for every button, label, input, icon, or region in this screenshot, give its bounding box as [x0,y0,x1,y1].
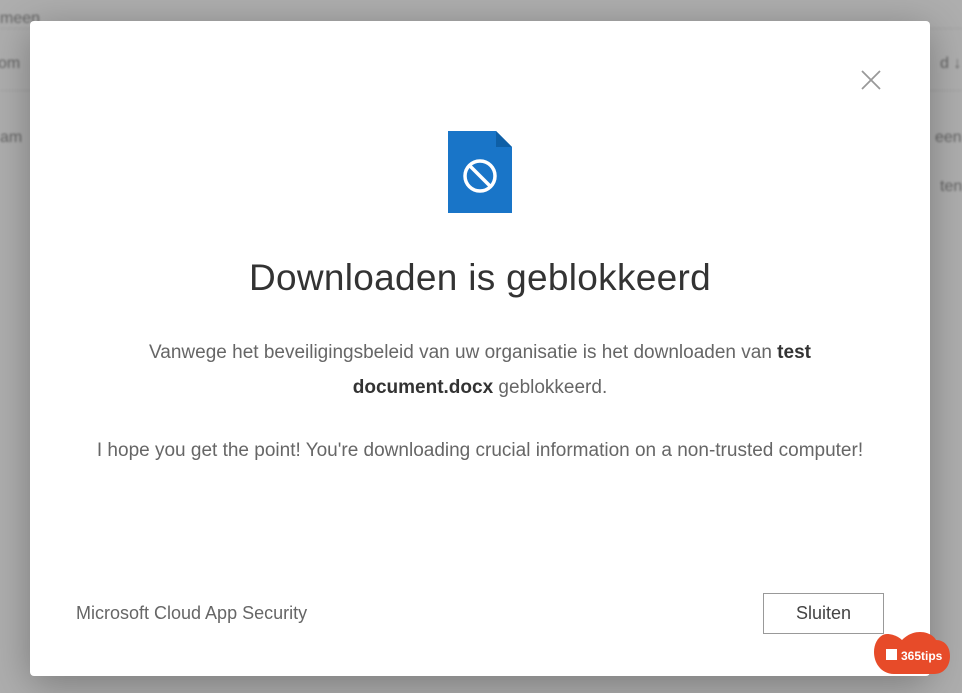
download-blocked-dialog: Downloaden is geblokkeerd Vanwege het be… [30,21,930,676]
watermark-badge: 365tips [872,630,952,678]
modal-message: I hope you get the point! You're downloa… [97,433,863,468]
subtitle-prefix: Vanwege het beveiligingsbeleid van uw or… [149,342,777,363]
close-button[interactable]: Sluiten [763,593,884,634]
modal-footer: Microsoft Cloud App Security Sluiten [30,593,930,676]
modal-title: Downloaden is geblokkeerd [249,257,711,299]
modal-subtitle: Vanwege het beveiligingsbeleid van uw or… [105,335,855,405]
subtitle-suffix: geblokkeerd. [493,377,607,398]
blocked-document-icon [448,131,512,213]
modal-content: Downloaden is geblokkeerd Vanwege het be… [30,21,930,593]
close-icon[interactable] [857,66,885,94]
footer-branding: Microsoft Cloud App Security [76,603,307,624]
watermark-text: 365tips [901,649,943,663]
